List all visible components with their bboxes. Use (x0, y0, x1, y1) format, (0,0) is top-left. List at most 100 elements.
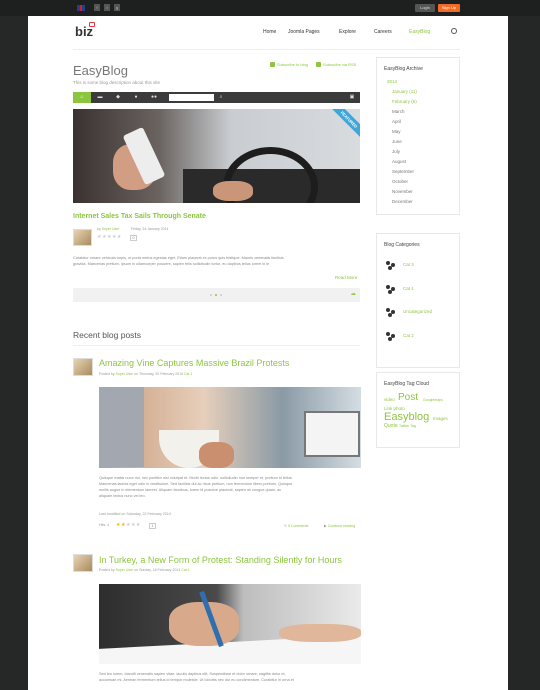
post-comments-link[interactable]: 0 Comments (288, 524, 308, 528)
nav-joomla-pages[interactable]: Joomla Pages (288, 29, 320, 35)
post-continue[interactable]: ▶ Continue reading (324, 524, 355, 528)
pager-dot-active[interactable] (215, 294, 217, 296)
archive-month[interactable]: April (392, 119, 401, 124)
featured-post-date: Friday, 24 January 2014 (131, 227, 169, 231)
nav-explore[interactable]: Explore (339, 29, 356, 35)
archive-title: EasyBlog Archive (384, 66, 423, 72)
archive-month[interactable]: August (392, 159, 406, 164)
featured-rating-count: 0 (130, 235, 137, 241)
featured-author-link[interactable]: Super User (102, 227, 120, 231)
toolbar-lock-icon[interactable]: ▣ (347, 92, 357, 103)
toolbar-bloggers-icon[interactable]: ● (127, 92, 145, 103)
nav-home[interactable]: Home (263, 29, 276, 35)
pager-dot[interactable] (210, 294, 212, 296)
category-label[interactable]: Cat 2 (403, 333, 414, 338)
nav-careers[interactable]: Careers (374, 29, 392, 35)
facebook-icon[interactable]: f (94, 4, 100, 11)
pager-dot[interactable] (220, 294, 222, 296)
category-icon (386, 261, 395, 270)
archive-month[interactable]: February (5) (392, 99, 417, 104)
toolbar-tags-icon[interactable]: ◆ (109, 92, 127, 103)
background-left (0, 0, 28, 690)
toolbar-home-icon[interactable]: ⌂ (73, 92, 91, 103)
tag-link[interactable]: Twitter Tag (399, 424, 416, 428)
tag-link[interactable]: video (384, 397, 395, 402)
post-body-line2: accumsan mi. Aenean fermentum tellus id … (99, 678, 294, 682)
featured-image[interactable]: FEATURED (73, 109, 360, 203)
post-last-modified: Last modified on Saturday, 22 February 2… (99, 512, 171, 516)
post-meta: Posted by Super User on Sunday, 16 Febru… (99, 568, 190, 572)
post-author-link[interactable]: Super User (116, 568, 134, 572)
blog-title: EasyBlog (73, 63, 128, 78)
archive-month[interactable]: March (392, 109, 405, 114)
featured-by-prefix: by (97, 227, 101, 231)
logo-mark-icon (89, 22, 95, 27)
subscribe-icon (270, 62, 275, 67)
archive-month[interactable]: July (392, 149, 400, 154)
post-image-coffee[interactable] (99, 387, 361, 468)
recent-posts-heading: Recent blog posts (73, 330, 142, 340)
share-icon[interactable]: ➦ (351, 291, 356, 298)
archive-month[interactable]: December (392, 199, 413, 204)
toolbar-categories-icon[interactable]: ▬ (91, 92, 109, 103)
signup-button[interactable]: Sign Up (438, 4, 460, 12)
post-meta: Posted by Super User on Thursday, 20 Feb… (99, 372, 192, 376)
google-plus-icon[interactable]: g (114, 4, 120, 11)
login-button[interactable]: Login (415, 4, 435, 12)
archive-year[interactable]: 2014 (387, 79, 397, 84)
post-author-avatar[interactable] (73, 358, 93, 376)
image-hand (169, 602, 239, 646)
post-image-writing[interactable] (99, 584, 361, 664)
archive-widget: EasyBlog Archive 2014 January (11) Febru… (376, 57, 460, 215)
comments-icon: ✎ (284, 524, 288, 528)
post-title[interactable]: Amazing Vine Captures Massive Brazil Pro… (99, 358, 289, 368)
post-author-avatar[interactable] (73, 554, 93, 572)
featured-rating-stars[interactable]: ★★★★★ (97, 234, 122, 240)
nav-easyblog[interactable]: EasyBlog (409, 29, 430, 35)
archive-month[interactable]: September (392, 169, 414, 174)
post-date: on Thursday, 20 February 2014 (134, 372, 183, 376)
archive-month[interactable]: May (392, 129, 401, 134)
twitter-icon[interactable]: t (104, 4, 110, 11)
tag-link[interactable]: Easyblog (384, 411, 429, 423)
post-body-line4: aliquam lectus nunc vel leo. (99, 494, 146, 498)
category-label[interactable]: Cat 1 (403, 286, 414, 291)
post-rating-stars[interactable]: ★★★★★ (116, 522, 141, 528)
subscribe-blog-link[interactable]: Subscribe to blog (277, 62, 308, 67)
category-icon (386, 308, 395, 317)
post-category-link[interactable]: Cat 1 (181, 568, 189, 572)
page: biz Home Joomla Pages Explore Careers Ea… (28, 16, 508, 690)
rss-icon (316, 62, 321, 67)
featured-post-meta: by Super User (97, 227, 119, 231)
archive-month[interactable]: June (392, 139, 402, 144)
author-avatar[interactable] (73, 229, 92, 246)
toolbar-teams-icon[interactable]: ●● (145, 92, 163, 103)
post-category-link[interactable]: Cat 1 (184, 372, 192, 376)
continue-icon: ▶ (324, 524, 327, 528)
category-label[interactable]: Cat 3 (403, 262, 414, 267)
subscribe-rss-link[interactable]: Subscribe via RSS (323, 62, 356, 67)
post-title[interactable]: In Turkey, a New Form of Protest: Standi… (99, 555, 342, 565)
read-more-link[interactable]: Read More (335, 275, 357, 280)
toolbar-search-icon[interactable]: ⌕ (216, 92, 226, 103)
post-hits: Hits: 4 (99, 523, 110, 527)
archive-month[interactable]: November (392, 189, 413, 194)
archive-month[interactable]: January (11) (392, 89, 417, 94)
tag-link[interactable]: Quote (384, 423, 398, 429)
tag-link[interactable]: Post (398, 392, 418, 403)
search-icon[interactable] (451, 28, 457, 34)
hand-on-wheel (213, 181, 253, 201)
featured-post-title[interactable]: Internet Sales Tax Sails Through Senate (73, 213, 206, 220)
category-label[interactable]: Uncategorized (403, 309, 432, 314)
tag-cloud-title: EasyBlog Tag Cloud (384, 381, 429, 387)
post-author-link[interactable]: Super User (116, 372, 134, 376)
category-icon (386, 285, 395, 294)
tag-cloud-widget: EasyBlog Tag Cloud video Post Googlemaps… (376, 372, 460, 448)
toolbar-search-input[interactable] (169, 94, 214, 101)
tag-link[interactable]: Googlemaps (423, 398, 443, 402)
continue-reading-link[interactable]: Continue reading (328, 524, 355, 528)
post-comments[interactable]: ✎ 0 Comments (284, 524, 308, 528)
archive-month[interactable]: October (392, 179, 408, 184)
uk-flag-icon[interactable] (77, 5, 85, 11)
tag-link[interactable]: Images (433, 416, 448, 421)
